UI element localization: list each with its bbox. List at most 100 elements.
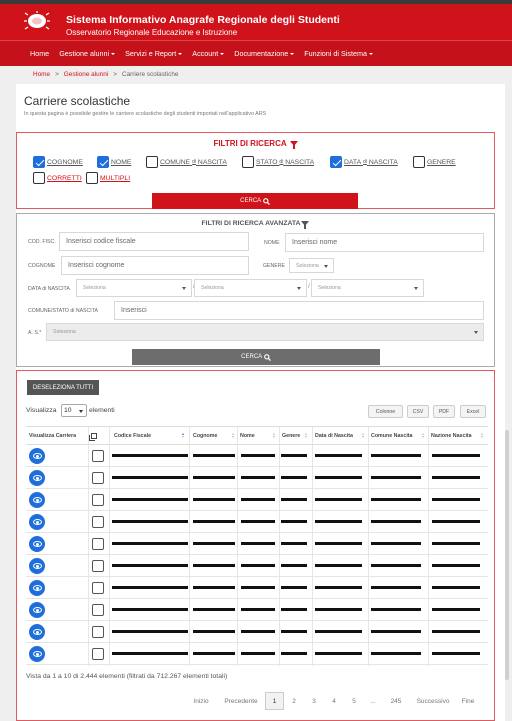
filter-checkbox-nome[interactable]: NOME [97, 156, 131, 168]
row-select-checkbox[interactable] [92, 626, 104, 638]
col-select-all[interactable] [89, 428, 101, 444]
advanced-search-button[interactable]: CERCA [132, 349, 380, 365]
checkbox-icon[interactable] [413, 156, 425, 168]
col-nazione-nascita-label: Nazione Nascita [431, 433, 472, 439]
filter-checkbox-cognome[interactable]: COGNOME [33, 156, 83, 168]
page-previous[interactable]: Precedente [217, 692, 265, 710]
search-icon [263, 353, 271, 361]
checkbox-icon[interactable] [146, 156, 158, 168]
nav-funzioni-sistema-label: Funzioni di Sistema [304, 49, 367, 58]
view-career-eye-icon[interactable] [29, 580, 45, 596]
cognome-input[interactable]: Inserisci cognome [61, 256, 249, 275]
row-select-checkbox[interactable] [92, 648, 104, 660]
row-select-checkbox[interactable] [92, 538, 104, 550]
view-career-eye-icon[interactable] [29, 624, 45, 640]
nav-home[interactable]: Home [30, 49, 49, 58]
filter-checkbox-corretti[interactable]: CORRETTI [33, 172, 82, 184]
view-career-eye-icon[interactable] [29, 492, 45, 508]
checkbox-icon[interactable] [242, 156, 254, 168]
page-3[interactable]: 3 [304, 692, 324, 710]
col-genere[interactable]: Genere [282, 428, 310, 444]
col-nome[interactable]: Nome [240, 428, 278, 444]
page-2[interactable]: 2 [284, 692, 304, 710]
pdf-button[interactable]: PDF [433, 405, 455, 418]
sort-icon [273, 433, 276, 439]
nav-gestione-alunni[interactable]: Gestione alunni [59, 49, 116, 58]
search-button[interactable]: CERCA [152, 193, 358, 209]
page-last[interactable]: Fine [456, 692, 480, 710]
page-4[interactable]: 4 [324, 692, 344, 710]
row-select-checkbox[interactable] [92, 582, 104, 594]
view-career-eye-icon[interactable] [29, 448, 45, 464]
genere-select[interactable]: Seleziona [289, 258, 334, 273]
page-size-select[interactable]: 10 [61, 404, 87, 417]
nav-servizi-report[interactable]: Servizi e Report [125, 49, 183, 58]
view-career-eye-icon[interactable] [29, 646, 45, 662]
app-header: Sistema Informativo Anagrafe Regionale d… [0, 4, 512, 40]
page-scrollbar[interactable] [505, 430, 509, 680]
filter-checkbox-multipli[interactable]: MULTIPLI [86, 172, 130, 184]
columns-button[interactable]: Colonne [368, 405, 403, 418]
row-select-checkbox[interactable] [92, 472, 104, 484]
nav-home-label: Home [30, 49, 50, 58]
col-cognome-label: Cognome [193, 433, 218, 439]
year-select[interactable]: Seleziona [311, 279, 424, 297]
row-select-checkbox[interactable] [92, 604, 104, 616]
nav-funzioni-sistema[interactable]: Funzioni di Sistema [304, 49, 373, 58]
filter-label-small: di [279, 159, 284, 165]
copy-icon[interactable] [89, 433, 97, 441]
breadcrumb-home[interactable]: Home [33, 71, 50, 78]
page-title: Carriere scolastiche [24, 94, 131, 108]
day-select[interactable]: Seleziona [76, 279, 192, 297]
redacted-nazione-nascita [432, 454, 480, 457]
row-select-checkbox[interactable] [92, 560, 104, 572]
csv-button[interactable]: CSV [407, 405, 429, 418]
redacted-codice-fiscale [112, 608, 188, 611]
col-visualizza-carriera[interactable]: Visualizza Carriera [29, 428, 85, 444]
redacted-cognome [193, 564, 235, 567]
view-career-eye-icon[interactable] [29, 602, 45, 618]
checkbox-checked-icon[interactable] [97, 156, 109, 168]
checkbox-checked-icon[interactable] [33, 156, 45, 168]
comune-nascita-input[interactable]: Inserisci [114, 301, 484, 320]
col-comune-nascita[interactable]: Comune Nascita [371, 428, 427, 444]
view-career-eye-icon[interactable] [29, 558, 45, 574]
view-career-eye-icon[interactable] [29, 536, 45, 552]
redacted-nome [241, 476, 275, 479]
row-select-checkbox[interactable] [92, 494, 104, 506]
anno-scolastico-select[interactable]: Seleziona [46, 323, 484, 341]
filter-checkbox-comune-nascita[interactable]: COMUNE di NASCITA [146, 156, 227, 168]
view-career-eye-icon[interactable] [29, 514, 45, 530]
redacted-nazione-nascita [432, 476, 480, 479]
filter-checkbox-genere[interactable]: GENERE [413, 156, 456, 168]
col-nazione-nascita[interactable]: Nazione Nascita [431, 428, 486, 444]
table-row [26, 511, 488, 533]
cod-fisc-input[interactable]: Inserisci codice fiscale [59, 232, 249, 251]
col-data-nascita[interactable]: Data di Nascita [315, 428, 367, 444]
checkbox-icon[interactable] [33, 172, 45, 184]
deselect-all-button[interactable]: DESELEZIONA TUTTI [27, 380, 99, 395]
page-first[interactable]: Inizio [185, 692, 217, 710]
checkbox-icon[interactable] [86, 172, 98, 184]
checkbox-checked-icon[interactable] [330, 156, 342, 168]
breadcrumb: Home > Gestione alunni > Carriere scolastich… [33, 71, 178, 78]
row-select-checkbox[interactable] [92, 450, 104, 462]
breadcrumb-section[interactable]: Gestione alunni [64, 71, 108, 78]
nav-documentazione[interactable]: Documentazione [234, 49, 295, 58]
row-select-checkbox[interactable] [92, 516, 104, 528]
entries-info: Vista da 1 a 10 di 2.444 elementi (filtr… [26, 673, 228, 680]
nome-input[interactable]: Inserisci nome [285, 233, 484, 252]
table-row [26, 489, 488, 511]
page-next[interactable]: Successivo [410, 692, 456, 710]
nav-account[interactable]: Account [192, 49, 225, 58]
page-1[interactable]: 1 [265, 692, 284, 710]
excel-button[interactable]: Excel [460, 405, 486, 418]
col-cognome[interactable]: Cognome [193, 428, 237, 444]
col-codice-fiscale[interactable]: Codice Fiscale [114, 428, 187, 444]
page-5[interactable]: 5 [344, 692, 364, 710]
filter-checkbox-stato-nascita[interactable]: STATO di NASCITA [242, 156, 314, 168]
filter-checkbox-data-nascita[interactable]: DATA di NASCITA [330, 156, 398, 168]
view-career-eye-icon[interactable] [29, 470, 45, 486]
page-245[interactable]: 245 [382, 692, 410, 710]
month-select[interactable]: Seleziona [194, 279, 307, 297]
